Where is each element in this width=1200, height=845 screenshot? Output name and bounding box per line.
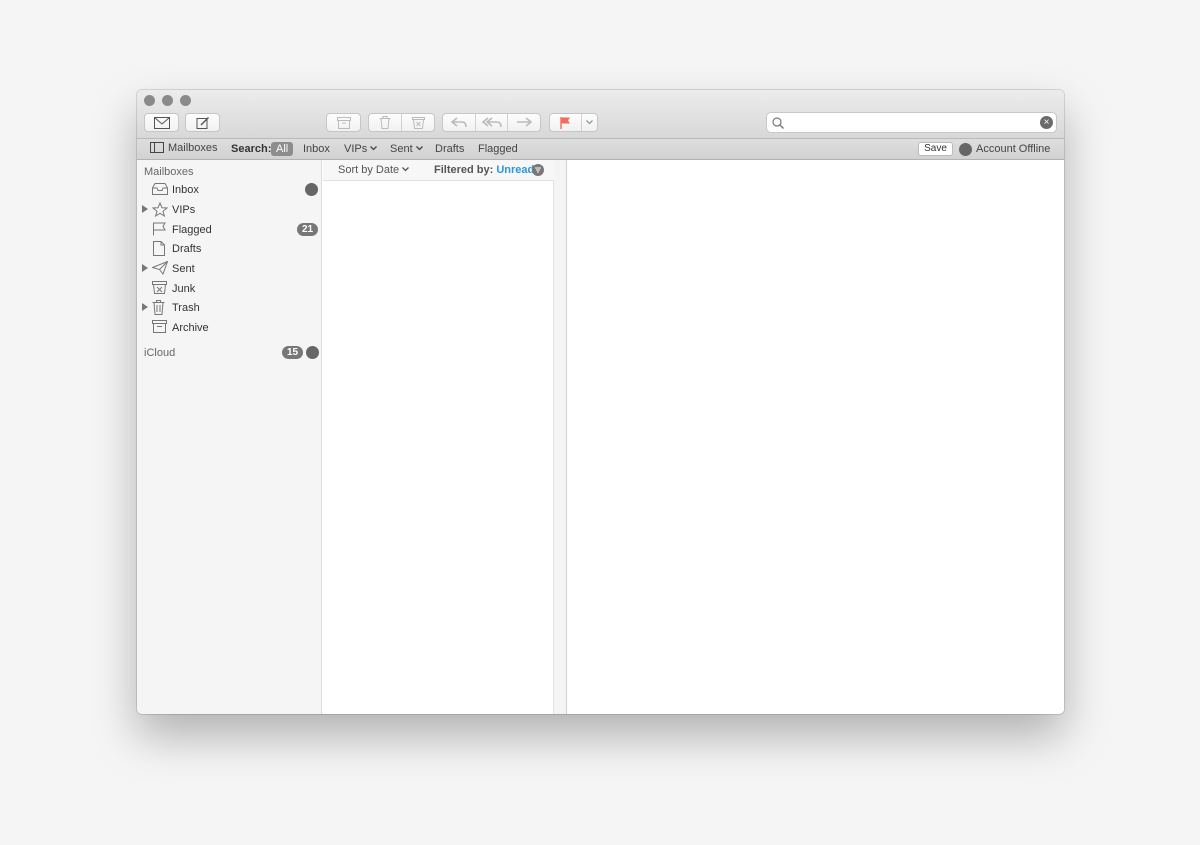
trash-icon [152, 300, 165, 315]
mail-window: × Mailboxes Search: All Inbox VIPs Sent … [137, 90, 1064, 714]
sidebar-item-label: VIPs [172, 204, 196, 216]
sidebar-item-sent[interactable]: Sent [137, 260, 322, 278]
disclosure-triangle-icon[interactable] [142, 303, 148, 311]
message-viewer [568, 160, 1064, 714]
sidebar-item-label: Junk [172, 283, 196, 295]
message-list-header: Sort by Date Filtered by: Unread [323, 160, 554, 181]
filter-lines-icon [535, 167, 541, 173]
zoom-window-button[interactable] [180, 95, 191, 106]
sidebar-item-junk[interactable]: Junk [137, 280, 322, 298]
chevron-down-icon [402, 167, 410, 172]
get-mail-button[interactable] [144, 113, 179, 132]
clear-search-icon[interactable]: × [1040, 116, 1053, 129]
flag-segment [549, 113, 598, 132]
sidebar-item-archive[interactable]: Archive [137, 319, 322, 337]
close-window-button[interactable] [144, 95, 155, 106]
sidebar-item-drafts[interactable]: Drafts [137, 240, 322, 258]
scope-sent-button[interactable]: Sent [390, 143, 423, 155]
archive-icon [336, 116, 351, 129]
scope-sent-label: Sent [390, 143, 413, 155]
account-count-badge: 15 [282, 346, 304, 359]
reply-button[interactable] [443, 114, 476, 131]
search-field[interactable]: × [766, 112, 1057, 133]
sort-menu-button[interactable]: Sort by Date [338, 164, 410, 176]
chevron-down-icon [370, 146, 378, 151]
scope-drafts-button[interactable]: Drafts [435, 143, 464, 155]
flag-icon [153, 222, 166, 236]
account-name: iCloud [144, 347, 176, 359]
delete-junk-segment [368, 113, 435, 132]
sidebar-section-title: Mailboxes [144, 166, 194, 178]
flag-button[interactable] [550, 114, 582, 131]
minimize-window-button[interactable] [162, 95, 173, 106]
junk-icon [152, 281, 167, 294]
scope-inbox-button[interactable]: Inbox [303, 143, 330, 155]
disclosure-triangle-icon[interactable] [142, 205, 148, 213]
sidebar-item-trash[interactable]: Trash [137, 299, 322, 317]
search-icon [772, 117, 784, 129]
delete-button[interactable] [369, 114, 402, 131]
sidebar-account-icloud[interactable]: iCloud 15 [137, 344, 322, 362]
mailboxes-label: Mailboxes [168, 142, 218, 154]
star-icon [152, 202, 168, 217]
archive-icon [152, 320, 167, 333]
toolbar: × [137, 90, 1064, 139]
sidebar-item-label: Trash [172, 302, 200, 314]
flag-icon [560, 116, 570, 129]
account-offline-icon[interactable] [306, 346, 319, 359]
reply-segment [442, 113, 541, 132]
offline-status-icon[interactable] [305, 183, 318, 196]
forward-button[interactable] [508, 114, 540, 131]
sidebar-item-label: Archive [172, 322, 209, 334]
sort-label: Sort by Date [338, 164, 400, 176]
sidebar-item-vips[interactable]: VIPs [137, 201, 322, 219]
filter-value[interactable]: Unread [496, 164, 534, 176]
document-icon [153, 241, 165, 256]
compose-icon [196, 116, 209, 129]
search-input[interactable] [787, 115, 1032, 130]
reply-all-button[interactable] [476, 114, 509, 131]
reply-icon [450, 117, 467, 128]
scope-vips-label: VIPs [344, 143, 368, 155]
paper-plane-icon [152, 261, 168, 275]
sidebar-item-label: Inbox [172, 184, 199, 196]
save-search-button[interactable]: Save [918, 142, 953, 156]
trash-icon [379, 116, 391, 129]
scope-flagged-button[interactable]: Flagged [478, 143, 518, 155]
sidebar-icon [150, 142, 164, 153]
sidebar-item-inbox[interactable]: Inbox [137, 181, 322, 199]
archive-button[interactable] [326, 113, 361, 132]
disclosure-triangle-icon[interactable] [142, 264, 148, 272]
account-status-label: Account Offline [976, 143, 1051, 155]
junk-button[interactable] [402, 114, 434, 131]
envelope-icon [153, 116, 170, 129]
inbox-icon [152, 183, 168, 195]
flag-menu-button[interactable] [582, 114, 597, 131]
unread-count-badge: 21 [297, 223, 319, 236]
compose-button[interactable] [185, 113, 220, 132]
mailbox-sidebar: Mailboxes Inbox VIPs Flagged 21 Drafts S… [137, 160, 322, 714]
sidebar-item-label: Drafts [172, 243, 202, 255]
pane-splitter[interactable] [554, 160, 567, 714]
sidebar-item-flagged[interactable]: Flagged 21 [137, 221, 322, 239]
scope-vips-button[interactable]: VIPs [344, 143, 378, 155]
reply-all-icon [481, 117, 502, 128]
message-list[interactable]: Sort by Date Filtered by: Unread [323, 160, 554, 714]
account-offline-icon[interactable] [959, 143, 972, 156]
show-mailboxes-button[interactable]: Mailboxes [150, 142, 218, 154]
chevron-down-icon [415, 146, 423, 151]
filter-icon[interactable] [532, 164, 544, 176]
forward-icon [517, 117, 533, 127]
sidebar-item-label: Flagged [172, 224, 212, 236]
filter-status[interactable]: Filtered by: Unread [434, 164, 534, 176]
scope-all-button[interactable]: All [271, 142, 294, 156]
sidebar-item-label: Sent [172, 263, 195, 275]
search-scope-label: Search: [231, 143, 272, 155]
favorites-bar: Mailboxes Search: All Inbox VIPs Sent Dr… [137, 139, 1064, 160]
chevron-down-icon [585, 120, 593, 125]
junk-icon [411, 117, 425, 129]
filter-label: Filtered by: [434, 164, 494, 176]
